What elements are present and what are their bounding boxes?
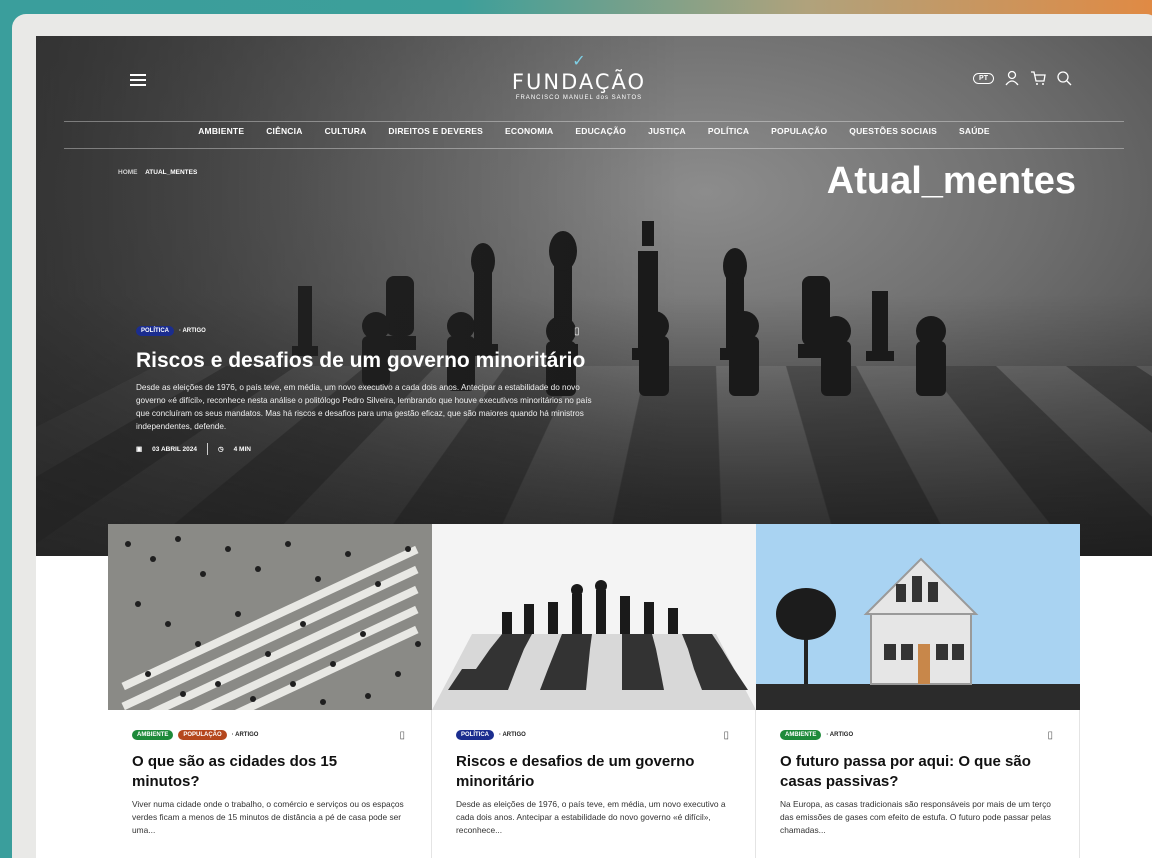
hero-left-overlay xyxy=(36,36,676,556)
nav-divider-top xyxy=(64,121,1124,122)
article-kind: · ARTIGO xyxy=(499,732,526,738)
main-nav: AMBIENTE CIÊNCIA CULTURA DIREITOS E DEVE… xyxy=(36,126,1152,136)
cart-icon[interactable] xyxy=(1030,70,1046,86)
logo-swoosh-icon: ✓ xyxy=(572,53,586,70)
card-excerpt: Viver numa cidade onde o trabalho, o com… xyxy=(132,799,404,835)
breadcrumb-current: ATUAL_MENTES xyxy=(145,169,198,176)
bookmark-icon[interactable]: ▯ xyxy=(1047,730,1053,741)
nav-item-ciencia[interactable]: CIÊNCIA xyxy=(266,126,302,136)
bookmark-icon[interactable]: ▯ xyxy=(723,730,729,741)
card-title[interactable]: O que são as cidades dos 15 minutos? xyxy=(132,752,407,792)
nav-item-cultura[interactable]: CULTURA xyxy=(325,126,367,136)
featured-headline[interactable]: Riscos e desafios de um governo minoritá… xyxy=(136,348,596,373)
article-card[interactable]: AMBIENTE POPULAÇÃO · ARTIGO O que são as… xyxy=(108,524,432,858)
hero-section: ✓ FUNDAÇÃO FRANCISCO MANUEL dos SANTOS P… xyxy=(36,36,1152,556)
article-kind: · ARTIGO xyxy=(179,328,206,334)
featured-article: POLÍTICA · ARTIGO Riscos e desafios de u… xyxy=(136,326,596,455)
calendar-icon: ▣ xyxy=(136,446,143,453)
nav-divider-bottom xyxy=(64,148,1124,149)
article-kind: · ARTIGO xyxy=(826,732,854,738)
nav-item-direitos-e-deveres[interactable]: DIREITOS E DEVERES xyxy=(388,126,483,136)
featured-tags: POLÍTICA · ARTIGO xyxy=(136,326,596,336)
site-logo[interactable]: ✓ FUNDAÇÃO FRANCISCO MANUEL dos SANTOS xyxy=(504,53,654,102)
tag-populacao[interactable]: POPULAÇÃO xyxy=(178,730,227,740)
card-body: AMBIENTE · ARTIGO O futuro passa por aqu… xyxy=(756,710,1079,837)
article-cards: AMBIENTE POPULAÇÃO · ARTIGO O que são as… xyxy=(108,524,1080,858)
web-page: ✓ FUNDAÇÃO FRANCISCO MANUEL dos SANTOS P… xyxy=(36,36,1152,858)
card-tags: AMBIENTE POPULAÇÃO · ARTIGO xyxy=(132,730,407,740)
header-tools: PT xyxy=(973,70,1072,86)
card-image-crowd xyxy=(108,524,432,710)
bookmark-icon[interactable]: ▯ xyxy=(399,730,405,741)
meta-divider xyxy=(206,443,208,455)
nav-item-questoes-sociais[interactable]: QUESTÕES SOCIAIS xyxy=(849,126,937,136)
tag-politica[interactable]: POLÍTICA xyxy=(456,730,494,740)
bookmark-icon[interactable]: ▯ xyxy=(574,326,580,337)
nav-item-ambiente[interactable]: AMBIENTE xyxy=(198,126,244,136)
language-selector[interactable]: PT xyxy=(973,72,994,84)
card-title[interactable]: O futuro passa por aqui: O que são casas… xyxy=(780,752,1055,792)
article-card[interactable]: AMBIENTE · ARTIGO O futuro passa por aqu… xyxy=(756,524,1080,858)
card-body: POLÍTICA · ARTIGO Riscos e desafios de u… xyxy=(432,710,755,837)
nav-item-saude[interactable]: SAÚDE xyxy=(959,126,990,136)
page-title: Atual_mentes xyxy=(826,160,1076,202)
featured-meta: ▣ 03 ABRIL 2024 ◷ 4 MIN xyxy=(136,443,596,455)
breadcrumb: HOME ATUAL_MENTES xyxy=(118,169,197,176)
card-image-chess xyxy=(432,524,756,710)
featured-excerpt: Desde as eleições de 1976, o país teve, … xyxy=(136,383,592,431)
tag-politica[interactable]: POLÍTICA xyxy=(136,326,174,336)
article-kind: · ARTIGO xyxy=(231,732,259,738)
nav-item-justica[interactable]: JUSTIÇA xyxy=(648,126,686,136)
card-tags: AMBIENTE · ARTIGO xyxy=(780,730,1055,740)
breadcrumb-home[interactable]: HOME xyxy=(118,169,138,176)
logo-brand: FUNDAÇÃO xyxy=(511,70,647,94)
featured-read-time: 4 MIN xyxy=(233,445,251,453)
card-tags: POLÍTICA · ARTIGO xyxy=(456,730,731,740)
card-title[interactable]: Riscos e desafios de um governo minoritá… xyxy=(456,752,731,792)
search-icon[interactable] xyxy=(1056,70,1072,86)
featured-date: 03 ABRIL 2024 xyxy=(152,445,197,453)
card-body: AMBIENTE POPULAÇÃO · ARTIGO O que são as… xyxy=(108,710,431,837)
logo-subtitle: FRANCISCO MANUEL dos SANTOS xyxy=(515,95,643,101)
card-excerpt: Desde as eleições de 1976, o país teve, … xyxy=(456,799,726,835)
article-card[interactable]: POLÍTICA · ARTIGO Riscos e desafios de u… xyxy=(432,524,756,858)
tag-ambiente[interactable]: AMBIENTE xyxy=(132,730,174,740)
tag-ambiente[interactable]: AMBIENTE xyxy=(780,730,822,740)
nav-item-educacao[interactable]: EDUCAÇÃO xyxy=(575,126,626,136)
card-image-house xyxy=(756,524,1080,710)
nav-item-economia[interactable]: ECONOMIA xyxy=(505,126,553,136)
nav-item-politica[interactable]: POLÍTICA xyxy=(708,126,749,136)
clock-icon: ◷ xyxy=(217,446,224,453)
user-icon[interactable] xyxy=(1004,70,1020,86)
card-excerpt: Na Europa, as casas tradicionais são res… xyxy=(780,799,1051,835)
nav-item-populacao[interactable]: POPULAÇÃO xyxy=(771,126,827,136)
menu-icon[interactable] xyxy=(130,74,146,86)
